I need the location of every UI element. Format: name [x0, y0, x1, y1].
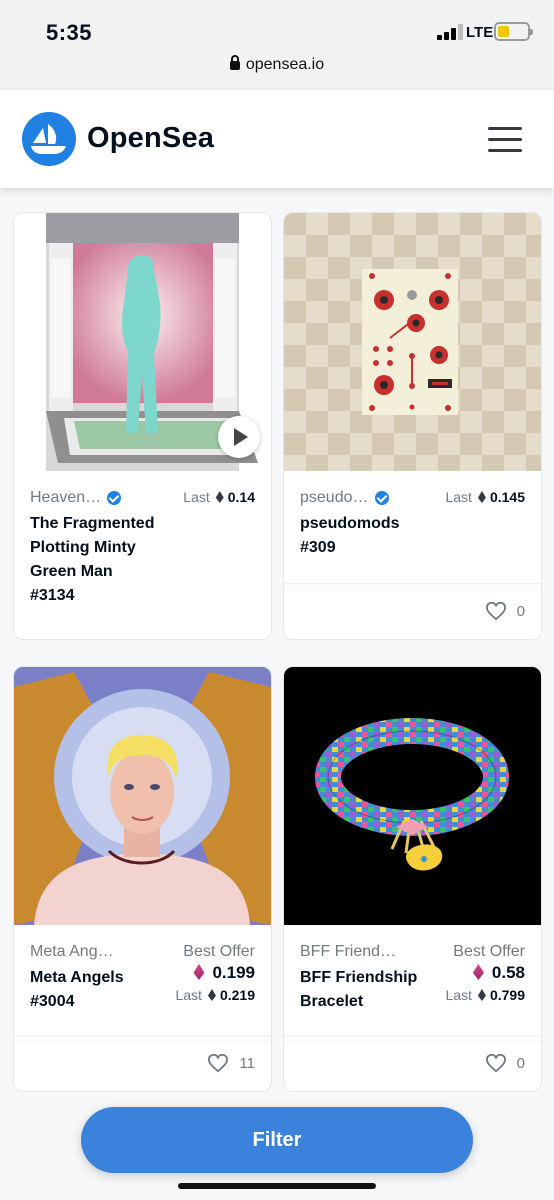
- last-value: 0.799: [489, 987, 525, 1003]
- opensea-logo-icon[interactable]: [22, 112, 76, 166]
- best-offer-value: 0.58: [445, 963, 525, 983]
- favorite-button[interactable]: 11: [207, 1053, 255, 1073]
- nft-card[interactable]: Heaven… Last 0.14 The Fragmented Plotting…: [13, 212, 272, 640]
- card-footer: 0: [284, 583, 541, 639]
- brand-name[interactable]: OpenSea: [87, 122, 214, 155]
- signal-icon: [437, 24, 463, 40]
- last-price: Last 0.799: [445, 987, 525, 1003]
- favorite-button[interactable]: 0: [485, 601, 525, 621]
- last-price: Last 0.14: [183, 489, 255, 505]
- network-label: LTE: [466, 24, 494, 41]
- last-value: 0.145: [489, 489, 525, 505]
- price-block: Best Offer 0.58 Last 0.799: [445, 943, 525, 1003]
- nft-image: [284, 667, 541, 925]
- last-price: Last 0.145: [445, 489, 525, 505]
- battery-icon: [494, 22, 533, 41]
- likes-count: 0: [516, 602, 525, 620]
- address-bar[interactable]: opensea.io: [0, 55, 554, 74]
- last-label: Last: [445, 987, 472, 1003]
- nft-name[interactable]: BFF Friendship Bracelet: [300, 966, 425, 1014]
- card-footer: 0: [284, 1035, 541, 1091]
- card-meta: Heaven… Last 0.14 The Fragmented Plotting…: [30, 489, 255, 608]
- status-bar: 5:35 LTE opensea.io: [0, 0, 554, 90]
- last-value: 0.219: [219, 987, 255, 1003]
- best-offer-label: Best Offer: [183, 943, 255, 960]
- last-price: Last 0.219: [175, 987, 255, 1003]
- verified-icon: [107, 491, 122, 505]
- url-text: opensea.io: [245, 56, 325, 73]
- last-label: Last: [445, 489, 472, 505]
- card-meta: pseudo… Last 0.145 pseudomods #309: [300, 489, 525, 560]
- eth-icon: [207, 989, 216, 1001]
- favorite-button[interactable]: 0: [485, 1053, 525, 1073]
- last-label: Last: [175, 987, 202, 1003]
- card-meta: BFF Friend… Best Offer 0.58 Last 0.799 BF…: [300, 943, 525, 1014]
- nft-name[interactable]: The Fragmented Plotting Minty Green Man …: [30, 512, 160, 608]
- eth-icon: [477, 989, 486, 1001]
- lock-icon: [229, 55, 240, 70]
- nft-image: [284, 213, 541, 471]
- verified-icon: [374, 491, 389, 505]
- site-header: OpenSea: [0, 90, 554, 188]
- best-offer-value: 0.199: [175, 963, 255, 983]
- best-offer-label: Best Offer: [453, 943, 525, 960]
- eth-icon: [477, 491, 486, 503]
- collection-label: Heaven…: [30, 489, 102, 506]
- last-label: Last: [183, 489, 210, 505]
- eth-pink-icon: [472, 964, 484, 980]
- heart-icon: [485, 1053, 506, 1073]
- likes-count: 0: [516, 1054, 525, 1072]
- nft-card[interactable]: BFF Friend… Best Offer 0.58 Last 0.799 BF…: [283, 666, 542, 1092]
- filter-button[interactable]: Filter: [81, 1107, 473, 1173]
- nft-name[interactable]: Meta Angels #3004: [30, 966, 150, 1014]
- eth-pink-icon: [193, 964, 205, 980]
- collection-label: pseudo…: [300, 489, 369, 506]
- status-time: 5:35: [46, 20, 93, 45]
- collection-label: Meta Ang…: [30, 943, 114, 960]
- eth-icon: [215, 491, 224, 503]
- hamburger-menu-icon[interactable]: [488, 127, 522, 153]
- price-block: Best Offer 0.199 Last 0.219: [175, 943, 255, 1003]
- nft-card[interactable]: pseudo… Last 0.145 pseudomods #309 0: [283, 212, 542, 640]
- nft-card[interactable]: Meta Ang… Best Offer 0.199 Last 0.219 Met…: [13, 666, 272, 1092]
- collection-label: BFF Friend…: [300, 943, 397, 960]
- home-indicator: [178, 1183, 376, 1189]
- heart-icon: [485, 601, 506, 621]
- last-value: 0.14: [227, 489, 255, 505]
- nft-image: [14, 667, 271, 925]
- play-icon[interactable]: [218, 416, 260, 458]
- nft-image: [14, 213, 271, 471]
- likes-count: 11: [239, 1054, 255, 1072]
- card-footer: 11: [14, 1035, 271, 1091]
- heart-icon: [208, 1053, 229, 1073]
- card-meta: Meta Ang… Best Offer 0.199 Last 0.219 Met…: [30, 943, 255, 1014]
- nft-name[interactable]: pseudomods #309: [300, 512, 430, 560]
